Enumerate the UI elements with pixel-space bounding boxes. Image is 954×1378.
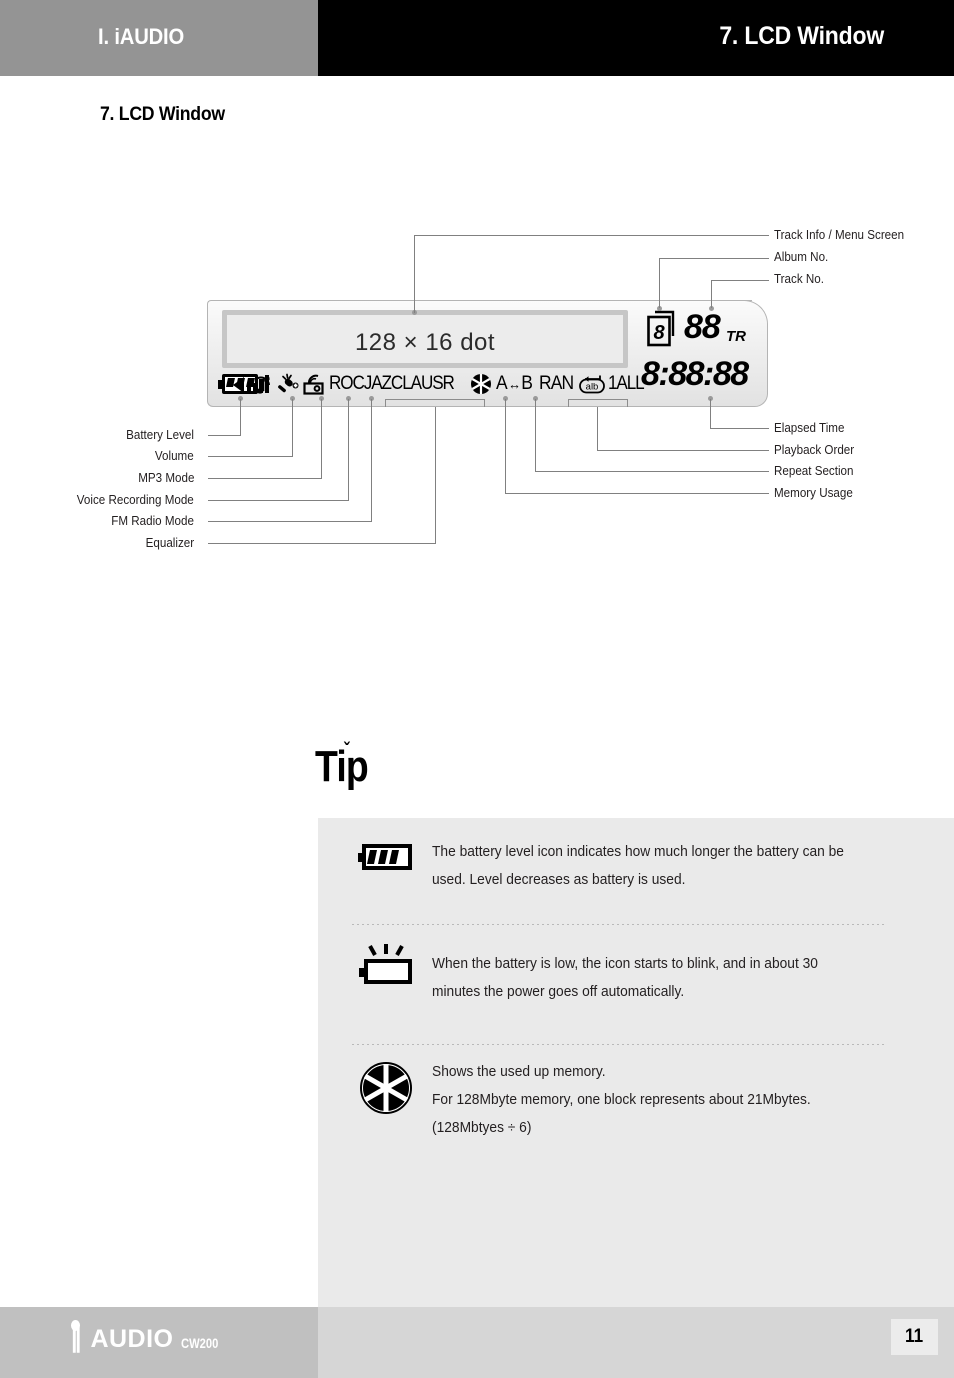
brand-text: AUDIO (90, 1325, 174, 1353)
lcd-diagram: 128 × 16 dot ROCJAZCLAUSR A ↔ B RAN alb … (0, 200, 954, 570)
tip-heading: Tip ˇ (315, 740, 369, 792)
svg-text:8: 8 (653, 322, 665, 344)
leader-trackinfo-v (414, 235, 415, 313)
lcd-resolution-label: 128 × 16 dot (354, 329, 496, 356)
tip-item-battery-low: When the battery is low, the icon starts… (358, 944, 838, 1006)
tip-heading-text: Tip (315, 742, 369, 791)
leader-eq-v (435, 407, 436, 543)
label-volume: Volume (155, 449, 194, 463)
leader-memory-h (505, 493, 769, 494)
page-footer: ∥ AUDIO CW200 11 (0, 1307, 954, 1378)
model-name: CW200 (180, 1335, 218, 1351)
page-title: 7. LCD Window (100, 104, 225, 125)
leader-albumno-v (659, 258, 660, 308)
page-number-badge: 11 (891, 1319, 938, 1355)
label-voice-recording-mode: Voice Recording Mode (77, 493, 194, 507)
tip-text-line: used. Level decreases as battery is used… (432, 872, 686, 888)
label-track-info: Track Info / Menu Screen (774, 228, 905, 242)
lcd-status-icon-row: ROCJAZCLAUSR A ↔ B RAN alb 1ALL (218, 368, 648, 400)
tip-item-memory-usage: Shows the used up memory. For 128Mbyte m… (358, 1058, 831, 1142)
tip-divider (352, 1044, 884, 1045)
label-equalizer: Equalizer (145, 536, 194, 550)
leader-battery-h (208, 435, 241, 436)
leader-elapsed-h (710, 428, 769, 429)
label-battery-level: Battery Level (126, 428, 194, 442)
repeat-section-ab-label: A ↔ B (495, 373, 533, 395)
leader-playback-v (597, 407, 598, 450)
leader-volume-h (208, 456, 293, 457)
chapter-title: I. iAUDIO (98, 24, 185, 49)
random-playback-label: RAN (539, 373, 574, 394)
leader-voice-v (348, 399, 349, 500)
leader-fm-h (208, 521, 372, 522)
svg-text:alb: alb (586, 382, 599, 393)
brand-name: ∥ AUDIO (70, 1325, 174, 1353)
tip-text-line: Shows the used up memory. (432, 1064, 606, 1080)
tip-accent-mark: ˇ (343, 740, 350, 762)
repeat-a-label: A (495, 373, 508, 394)
left-right-arrow-icon: ↔ (507, 376, 521, 392)
leader-trackno-h (711, 280, 769, 281)
tip-text-line: minutes the power goes off automatically… (432, 984, 685, 1000)
memory-usage-icon (358, 1060, 414, 1142)
label-playback-order: Playback Order (774, 443, 855, 457)
leader-repeat-v (535, 399, 536, 471)
repeat-b-label: B (521, 373, 533, 394)
voice-recording-mode-icon (275, 372, 301, 396)
leader-repeat-h (535, 471, 769, 472)
iaudio-logo: ∥ AUDIO CW200 (70, 1327, 227, 1352)
leader-volume-v (292, 399, 293, 456)
leader-trackinfo-h (414, 235, 769, 236)
section-header-title: 7. LCD Window (719, 22, 884, 50)
equalizer-preset-text: ROCJAZCLAUSR (329, 373, 455, 394)
page-header: I. iAUDIO 7. LCD Window (0, 0, 954, 76)
battery-full-icon (358, 842, 414, 894)
leader-fm-v (371, 399, 372, 521)
battery-level-icon (218, 374, 258, 394)
equalizer-bracket (385, 399, 485, 407)
leader-playback-h (597, 450, 769, 451)
leader-battery-v (240, 399, 241, 435)
leader-elapsed-v (710, 399, 711, 428)
battery-low-blink-icon (358, 944, 414, 1006)
leader-voice-h (208, 500, 349, 501)
volume-level-icon (232, 373, 269, 395)
leader-eq-h (208, 543, 436, 544)
repeat-one-all-label: 1ALL (608, 373, 645, 394)
leader-albumno-h (659, 258, 769, 259)
label-track-no: Track No. (774, 272, 824, 286)
tip-text-line: When the battery is low, the icon starts… (432, 956, 818, 972)
tip-text-line: For 128Mbyte memory, one block represent… (432, 1092, 811, 1108)
label-mp3-mode: MP3 Mode (137, 471, 194, 485)
tip-divider (352, 924, 884, 925)
fm-radio-mode-icon (302, 372, 326, 396)
memory-usage-icon (470, 373, 492, 395)
footer-right-band (318, 1307, 954, 1378)
elapsed-time-display: 8:88:88 (641, 355, 749, 393)
leader-mp3-h (208, 478, 322, 479)
tip-item-battery-full: The battery level icon indicates how muc… (358, 838, 866, 894)
lcd-text-window: 128 × 16 dot (222, 310, 628, 368)
page-number: 11 (905, 1326, 924, 1347)
label-elapsed-time: Elapsed Time (774, 421, 845, 435)
playback-order-bracket (568, 399, 628, 407)
leader-mp3-v (321, 399, 322, 478)
leader-trackno-v (711, 280, 712, 308)
track-unit-label: TR (726, 328, 746, 345)
leader-memory-v (505, 399, 506, 493)
label-album-no: Album No. (774, 250, 829, 264)
album-number-indicator: 8 (646, 310, 676, 350)
album-repeat-icon: alb (576, 373, 608, 395)
label-repeat-section: Repeat Section (774, 464, 854, 478)
track-number-display: 88 (684, 308, 721, 346)
tip-text-line: (128Mbtyes ÷ 6) (432, 1120, 532, 1136)
label-memory-usage: Memory Usage (774, 486, 853, 500)
tip-text-line: The battery level icon indicates how muc… (432, 844, 844, 860)
label-fm-radio-mode: FM Radio Mode (111, 514, 194, 528)
